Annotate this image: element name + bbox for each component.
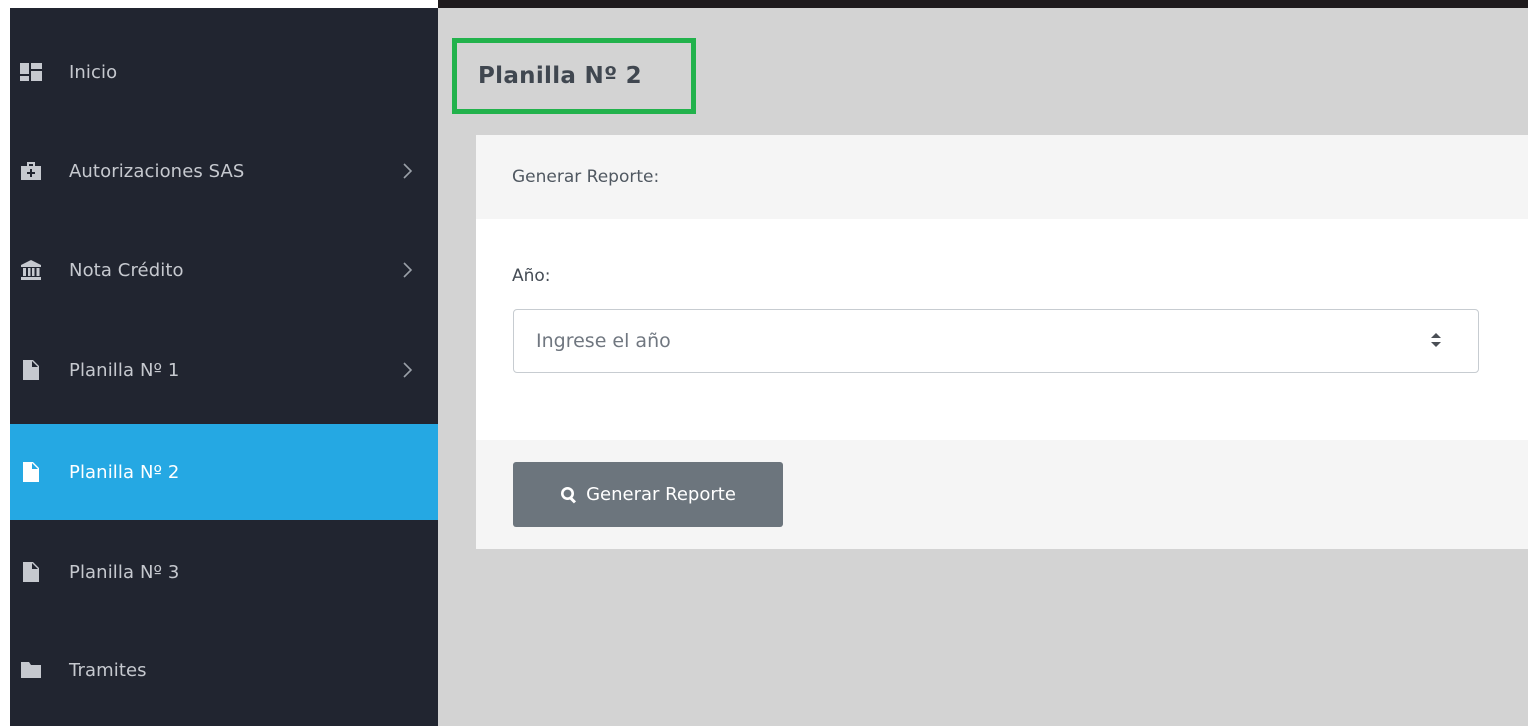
folder-icon xyxy=(20,659,42,681)
sidebar-item-autorizaciones-sas[interactable]: Autorizaciones SAS xyxy=(10,123,438,219)
sidebar-item-planilla-2[interactable]: Planilla Nº 2 xyxy=(10,424,438,520)
sidebar-item-label: Tramites xyxy=(69,659,147,681)
file-icon xyxy=(20,561,42,583)
main-content: Planilla Nº 2 Generar Reporte: Año: Gene… xyxy=(438,8,1528,726)
chevron-right-icon xyxy=(400,360,414,380)
sidebar-item-planilla-1[interactable]: Planilla Nº 1 xyxy=(10,322,438,418)
year-input-wrapper xyxy=(513,309,1479,373)
card-header-label: Generar Reporte: xyxy=(512,167,660,187)
file-icon xyxy=(20,461,42,483)
bank-icon xyxy=(20,259,42,281)
top-strip xyxy=(0,0,438,8)
chevron-right-icon xyxy=(400,161,414,181)
sidebar-item-label: Autorizaciones SAS xyxy=(69,160,245,182)
sidebar-item-planilla-3[interactable]: Planilla Nº 3 xyxy=(10,524,438,620)
number-spinner-icon[interactable] xyxy=(1429,328,1443,352)
sidebar-item-inicio[interactable]: Inicio xyxy=(10,24,438,120)
sidebar-item-label: Planilla Nº 1 xyxy=(69,359,180,381)
generate-report-label: Generar Reporte xyxy=(586,484,736,505)
sidebar-item-label: Planilla Nº 3 xyxy=(69,561,180,583)
chevron-right-icon xyxy=(400,260,414,280)
card-header: Generar Reporte: xyxy=(476,135,1528,219)
card-footer: Generar Reporte xyxy=(476,440,1528,549)
sidebar-item-tramites[interactable]: Tramites xyxy=(10,622,438,718)
report-card: Generar Reporte: Año: Generar Reporte xyxy=(476,135,1528,549)
medkit-icon xyxy=(20,160,42,182)
sidebar: Inicio Autorizaciones SAS Nota Crédito P… xyxy=(10,8,438,726)
sidebar-item-label: Nota Crédito xyxy=(69,259,184,281)
file-icon xyxy=(20,359,42,381)
sidebar-item-label: Inicio xyxy=(69,61,118,83)
year-label: Año: xyxy=(512,266,551,286)
dashboard-icon xyxy=(20,61,42,83)
generate-report-button[interactable]: Generar Reporte xyxy=(513,462,783,527)
year-input[interactable] xyxy=(514,310,1434,372)
page-title-box: Planilla Nº 2 xyxy=(452,38,696,114)
page-title: Planilla Nº 2 xyxy=(478,63,642,89)
sidebar-item-label: Planilla Nº 2 xyxy=(69,461,180,483)
top-navbar xyxy=(438,0,1528,8)
sidebar-item-nota-credito[interactable]: Nota Crédito xyxy=(10,222,438,318)
search-icon xyxy=(561,486,577,503)
